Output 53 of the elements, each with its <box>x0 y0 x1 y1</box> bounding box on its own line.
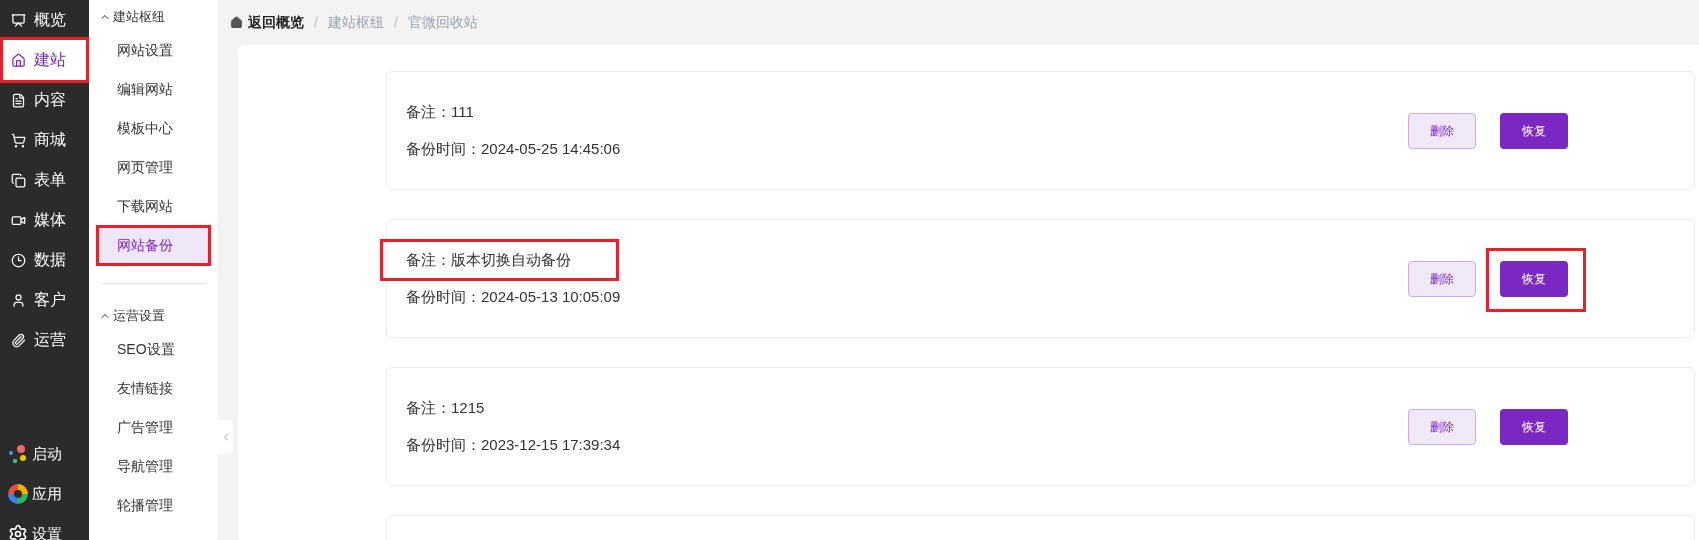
sub-nav-item[interactable]: 网站备份 <box>99 228 208 263</box>
nav-icon <box>11 252 26 268</box>
nav-icon <box>11 172 26 188</box>
delete-button[interactable]: 删除 <box>1408 112 1476 149</box>
nav-item[interactable]: 应用 <box>0 474 89 514</box>
sub-nav-item[interactable]: SEO设置 <box>99 332 208 367</box>
breadcrumb-separator: / <box>393 13 398 32</box>
nav-item[interactable]: 媒体 <box>3 200 86 240</box>
nav-item[interactable]: 表单 <box>3 160 86 200</box>
sub-nav-item[interactable]: 模板中心 <box>99 111 208 146</box>
backup-note: 备注：111 <box>406 103 474 120</box>
breadcrumb-link[interactable]: 返回概览 <box>230 12 304 33</box>
backup-note: 备注：1215 <box>406 399 485 416</box>
sub-nav-item[interactable]: 编辑网站 <box>99 72 208 107</box>
settings-icon <box>8 524 28 540</box>
collapse-handle[interactable] <box>218 420 233 454</box>
sub-nav-item[interactable]: 轮播管理 <box>99 488 208 523</box>
nav-item[interactable]: 客户 <box>3 280 86 320</box>
nav-item[interactable]: 启动 <box>0 434 89 474</box>
dots-icon <box>8 444 28 464</box>
breadcrumb-separator: / <box>314 13 318 32</box>
nav-icon <box>11 292 26 308</box>
delete-button[interactable]: 删除 <box>1408 260 1476 297</box>
restore-button[interactable]: 恢复 <box>1500 260 1568 297</box>
sub-nav-item[interactable]: 导航管理 <box>99 449 208 484</box>
backup-time: 备份时间：2024-05-25 14:45:06 <box>406 138 622 159</box>
nav-icon <box>11 12 26 28</box>
nav-icon <box>11 132 26 148</box>
group-header[interactable]: 建站枢纽 <box>89 5 218 29</box>
nav-item[interactable]: 商城 <box>3 120 86 160</box>
restore-button[interactable]: 恢复 <box>1500 408 1568 445</box>
home-icon <box>230 16 243 29</box>
delete-button[interactable]: 删除 <box>1408 408 1476 445</box>
color-ring-icon <box>8 484 28 504</box>
nav-item[interactable]: 建站 <box>3 40 86 80</box>
nav-icon <box>11 92 26 108</box>
sub-nav-item[interactable]: 网站设置 <box>99 33 208 68</box>
group-header[interactable]: 运营设置 <box>89 304 218 328</box>
sub-nav-item[interactable]: 下载网站 <box>99 189 208 224</box>
nav-item[interactable]: 数据 <box>3 240 86 280</box>
nav-icon <box>11 332 26 348</box>
backup-time: 备份时间：2023-12-15 17:39:34 <box>406 434 622 455</box>
nav-item[interactable]: 概览 <box>3 0 86 40</box>
nav-item[interactable]: 运营 <box>3 320 86 360</box>
restore-button[interactable]: 恢复 <box>1500 112 1568 149</box>
sub-nav-item[interactable]: 广告管理 <box>99 410 208 445</box>
backup-note: 备注：版本切换自动备份 <box>406 251 571 268</box>
nav-icon <box>11 52 26 68</box>
nav-item[interactable]: 内容 <box>3 80 86 120</box>
sub-nav-item[interactable]: 友情链接 <box>99 371 208 406</box>
nav-item[interactable]: 设置 <box>0 514 89 540</box>
sub-nav-item[interactable]: 网页管理 <box>99 150 208 185</box>
backup-time: 备份时间：2024-05-13 10:05:09 <box>406 286 622 307</box>
